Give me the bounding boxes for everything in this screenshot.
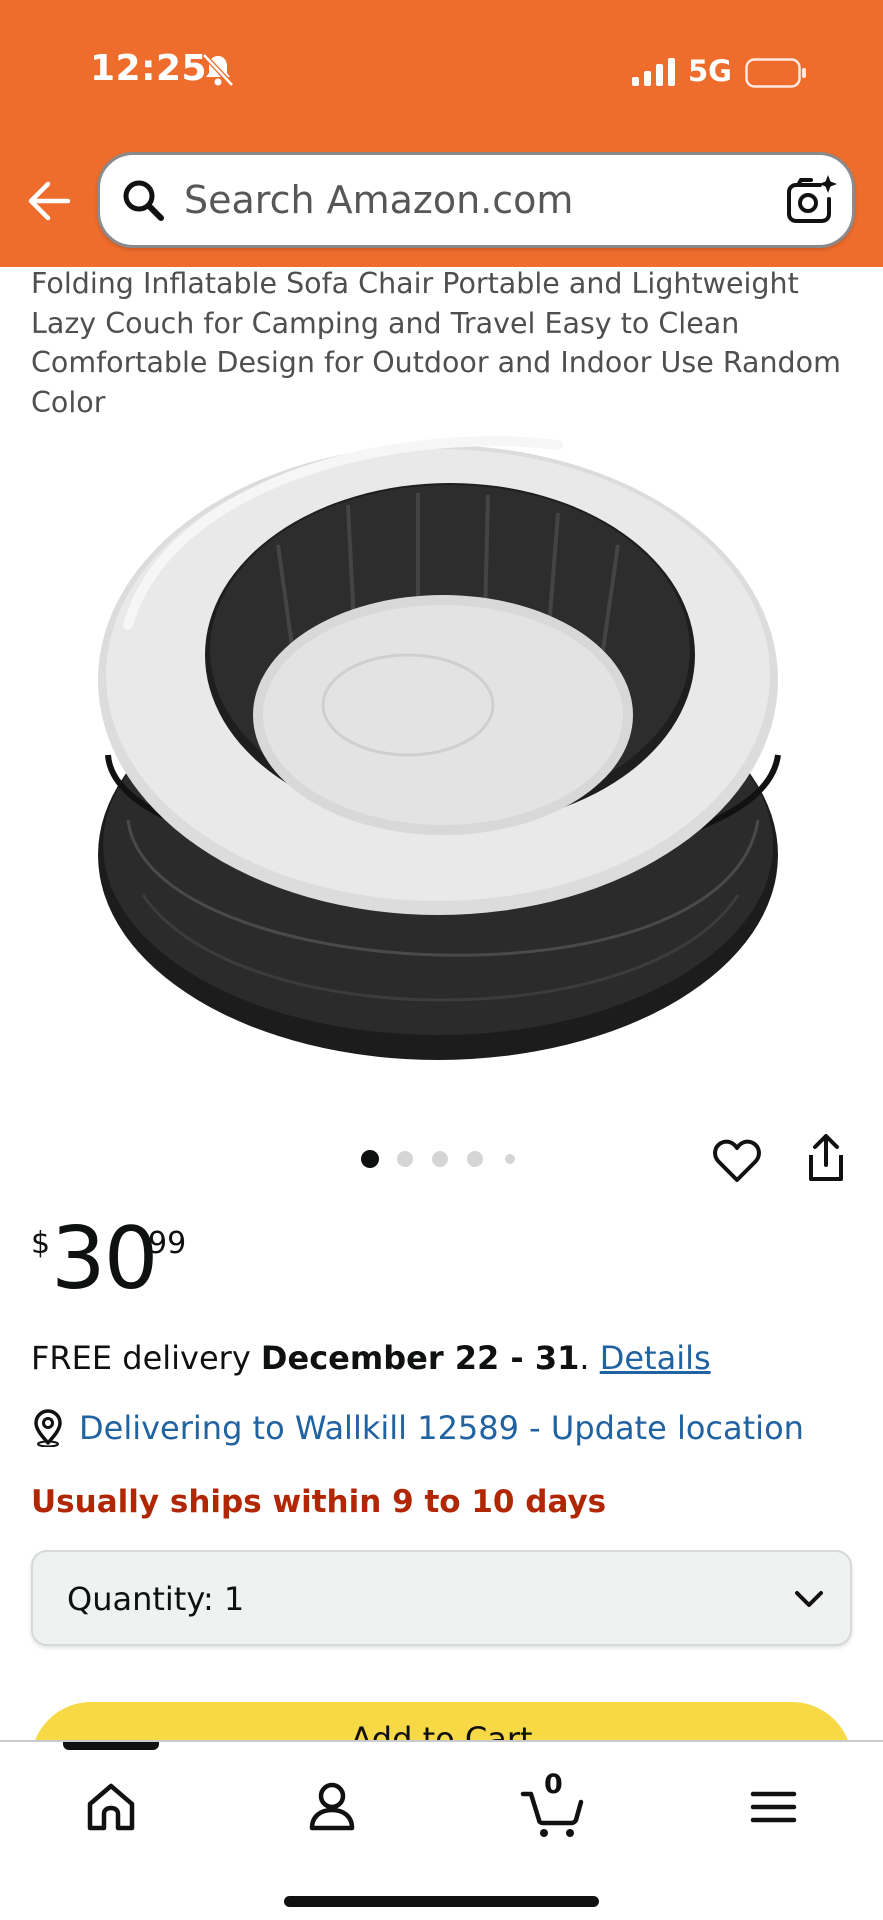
location-pin-icon xyxy=(34,1409,62,1447)
search-bar[interactable] xyxy=(97,152,855,248)
home-icon xyxy=(87,1783,135,1831)
price-fraction: 99 xyxy=(148,1226,187,1261)
quantity-value: 1 xyxy=(223,1580,245,1618)
share-icon[interactable] xyxy=(803,1133,849,1183)
delivery-location-link[interactable]: Delivering to Wallkill 12589 - Update lo… xyxy=(79,1405,804,1451)
carousel-dot[interactable] xyxy=(432,1151,448,1167)
quantity-label: Quantity: 1 xyxy=(67,1580,245,1618)
bottom-nav: 0 xyxy=(0,1740,883,1920)
carousel-dot[interactable] xyxy=(467,1151,483,1167)
nav-account[interactable] xyxy=(297,1772,367,1842)
nav-cart[interactable]: 0 xyxy=(519,1769,589,1842)
back-arrow-icon[interactable] xyxy=(26,178,72,224)
network-label: 5G xyxy=(688,54,732,88)
chevron-down-icon xyxy=(795,1591,823,1607)
delivery-prefix: FREE delivery xyxy=(31,1339,261,1377)
product-image[interactable] xyxy=(88,425,796,1070)
search-input[interactable] xyxy=(184,171,744,229)
user-icon xyxy=(309,1782,355,1831)
active-tab-indicator xyxy=(63,1742,159,1750)
product-title[interactable]: Folding Inflatable Sofa Chair Portable a… xyxy=(31,264,861,422)
price-whole: 30 xyxy=(51,1209,158,1309)
nav-home[interactable] xyxy=(76,1772,146,1842)
search-icon xyxy=(123,180,164,221)
carousel-dot[interactable] xyxy=(397,1151,413,1167)
battery-icon xyxy=(745,58,806,88)
details-link[interactable]: Details xyxy=(600,1339,711,1377)
delivery-separator: . xyxy=(579,1339,600,1377)
home-indicator-bar[interactable] xyxy=(284,1896,599,1907)
quantity-select[interactable]: Quantity: 1 xyxy=(31,1550,852,1646)
signal-icon xyxy=(632,58,675,86)
cart-count-badge: 0 xyxy=(544,1769,563,1800)
carousel-dot[interactable] xyxy=(361,1150,379,1168)
heart-icon[interactable] xyxy=(712,1136,762,1186)
carousel-dot[interactable] xyxy=(505,1154,515,1164)
hamburger-menu-icon xyxy=(750,1791,797,1823)
nav-menu[interactable] xyxy=(738,1772,808,1842)
camera-search-icon[interactable] xyxy=(782,173,838,229)
delivery-dates: December 22 - 31 xyxy=(260,1339,580,1377)
status-time: 12:25 xyxy=(90,48,208,89)
price-symbol: $ xyxy=(31,1226,51,1261)
delivery-info: FREE delivery December 22 - 31. Details xyxy=(31,1335,861,1381)
bell-muted-icon xyxy=(202,53,234,87)
shipping-time-note: Usually ships within 9 to 10 days xyxy=(31,1484,607,1520)
top-header: 12:25 5G xyxy=(0,0,883,267)
